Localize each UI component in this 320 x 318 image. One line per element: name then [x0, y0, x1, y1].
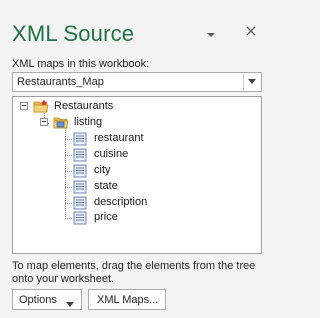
pane-title: XML Source — [12, 21, 135, 46]
repeating-element-folder-icon — [53, 115, 69, 134]
chevron-down-icon[interactable] — [205, 27, 217, 37]
xml-map-select[interactable]: Restaurants_Map — [12, 72, 262, 92]
close-icon[interactable] — [244, 24, 258, 38]
tree-connector — [65, 187, 72, 188]
tree-node-root[interactable]: Restaurants — [54, 100, 113, 112]
xml-maps-button-label: XML Maps... — [97, 294, 159, 306]
tree-node-field[interactable]: price — [94, 211, 118, 223]
xml-source-pane: XML Source XML maps in this workbook: Re… — [0, 0, 278, 318]
collapse-toggle[interactable] — [20, 102, 28, 110]
tree-node-field[interactable]: cuisine — [94, 148, 128, 160]
tree-node-repeating[interactable]: listing — [74, 116, 102, 128]
field-element-icon — [73, 211, 87, 230]
tree-node-field[interactable]: city — [94, 164, 111, 176]
tree-node-field[interactable]: restaurant — [94, 132, 144, 144]
xml-maps-button[interactable]: XML Maps... — [88, 289, 166, 310]
options-button[interactable]: Options — [12, 289, 82, 310]
tree-node-field[interactable]: state — [94, 180, 118, 192]
xml-element-tree[interactable]: Restaurants listing restaurant cuisine c… — [12, 96, 262, 254]
collapse-toggle[interactable] — [40, 118, 48, 126]
root-element-icon — [33, 99, 49, 118]
tree-node-field[interactable]: description — [94, 196, 147, 208]
tree-connector — [65, 218, 72, 219]
xml-map-select-value: Restaurants_Map — [17, 76, 104, 88]
chevron-down-icon — [66, 298, 74, 310]
tree-connector — [65, 155, 72, 156]
dropdown-arrow-icon[interactable] — [243, 73, 261, 91]
tree-connector — [65, 203, 72, 204]
xml-maps-label: XML maps in this workbook: — [12, 58, 150, 70]
options-button-label: Options — [19, 294, 57, 306]
mapping-instructions: To map elements, drag the elements from … — [12, 260, 256, 285]
tree-connector — [65, 171, 72, 172]
tree-connector — [65, 139, 72, 140]
